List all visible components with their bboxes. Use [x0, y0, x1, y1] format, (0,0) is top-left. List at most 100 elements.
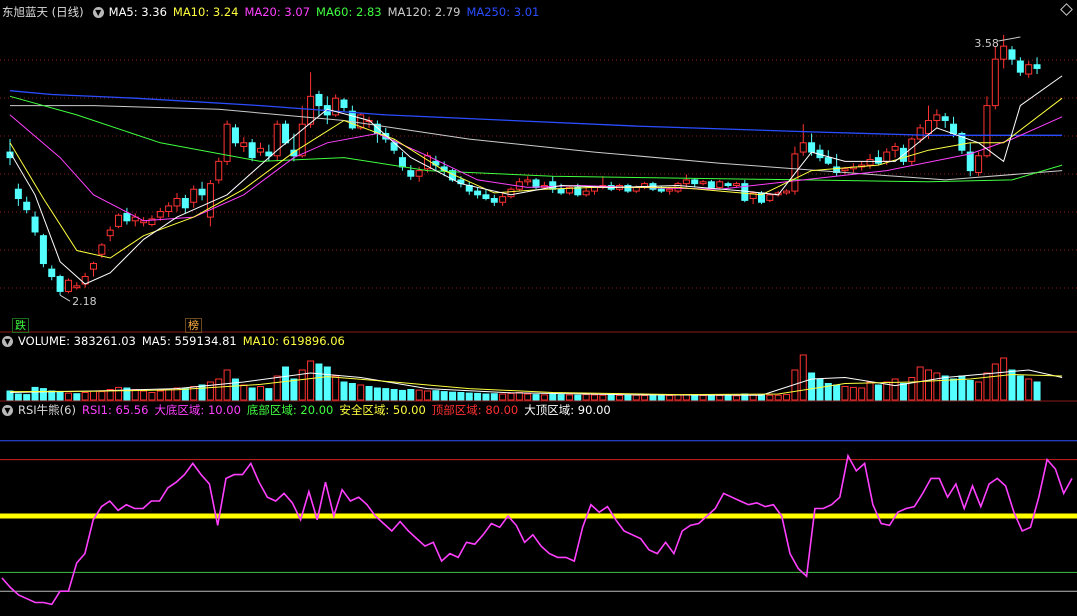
chevron-down-icon[interactable]: ▼ [2, 335, 13, 347]
candle-body [39, 235, 47, 265]
volume-bar [666, 395, 674, 401]
volume-bar [73, 393, 81, 401]
chevron-down-icon[interactable]: ▼ [2, 404, 13, 416]
volume-bar [407, 389, 415, 401]
volume-bar [866, 381, 874, 401]
volume-bar [348, 383, 356, 401]
candle-body [499, 196, 507, 203]
volume-bar [115, 386, 123, 401]
volume-bar [165, 389, 173, 401]
volume-bar [899, 383, 907, 401]
rsi-bottom-label: 底部区域: 20.00 [246, 403, 334, 417]
candle-body [524, 179, 532, 183]
candle-body [31, 216, 39, 233]
volume-bar [81, 392, 89, 401]
volume-bar [482, 393, 490, 401]
ma120-label: MA120: 2.79 [387, 5, 461, 19]
candle-body [808, 142, 816, 153]
volume-bar [215, 378, 223, 401]
volume-bar [874, 384, 882, 401]
ma250-line [9, 90, 1063, 136]
volume-bar [449, 391, 457, 401]
volume-bar [724, 395, 732, 401]
volume-bar [357, 384, 365, 401]
candle-body [1008, 49, 1016, 60]
candle-body [549, 181, 557, 190]
volume-bar [808, 372, 816, 401]
rsi-top-label: 顶部区域: 80.00 [431, 403, 519, 417]
volume-bar [716, 395, 724, 401]
candle-body [866, 158, 874, 166]
volume-bar [674, 394, 682, 401]
candle-body [90, 263, 97, 270]
candle-body [307, 95, 315, 125]
candle-body [123, 212, 131, 222]
volume-bar [14, 393, 22, 401]
candle-body [407, 170, 415, 177]
candle-body [657, 188, 665, 192]
candle-body [390, 142, 398, 151]
candle-body [1000, 45, 1008, 60]
low-pointer [59, 294, 71, 302]
volume-bar [632, 394, 640, 401]
ma250-label: MA250: 3.01 [466, 5, 540, 19]
candle-body [173, 198, 181, 207]
volume-bar [398, 389, 406, 401]
candle-body [941, 116, 949, 121]
rsi1-label: RSI1: 65.56 [81, 403, 149, 417]
volume-bar [382, 388, 390, 401]
rsi1-line [1, 453, 1073, 606]
volume-bar [90, 390, 97, 401]
candle-body [991, 58, 999, 107]
volume-bar [774, 394, 782, 401]
volume-bar [908, 377, 916, 401]
volume-bar [549, 393, 557, 401]
chart-canvas: 3.58 2.18 [0, 35, 1077, 606]
candle-body [340, 99, 348, 108]
volume-bar [766, 394, 774, 401]
chevron-down-icon[interactable]: ▼ [92, 6, 104, 18]
volume-bar [457, 392, 465, 401]
volume-bar [691, 394, 699, 401]
candle-body [891, 145, 899, 151]
volume-bar [474, 392, 482, 401]
candle-body [98, 244, 106, 255]
candle-body [198, 188, 206, 196]
volume-bar [582, 394, 590, 401]
candle-body [490, 198, 498, 203]
candle-body [707, 181, 715, 188]
candle-body [206, 183, 214, 218]
candle-body [724, 183, 732, 187]
candle-body [699, 181, 707, 185]
candle-body [282, 123, 290, 144]
candle-body [398, 157, 406, 168]
ma5-label: MA5: 3.36 [108, 5, 167, 19]
volume-bar [707, 395, 715, 401]
volume-bar [365, 386, 373, 401]
volume-bar [1000, 357, 1008, 401]
candle-body [48, 268, 56, 278]
candle-body [23, 201, 31, 211]
candle-body [315, 93, 323, 107]
volume-bar [699, 395, 707, 401]
candle-body [215, 160, 223, 181]
candle-body [181, 198, 189, 209]
volume-bar [925, 369, 932, 401]
volume-bar [783, 394, 791, 401]
volume-bar [390, 389, 398, 401]
volume-bar [307, 360, 315, 401]
candle-body [474, 190, 482, 196]
volume-bar [916, 366, 924, 401]
candle-body [14, 188, 22, 200]
volume-bar [240, 384, 248, 401]
ma120-line [10, 105, 1063, 181]
candle-body [115, 214, 123, 227]
volume-bar [941, 375, 949, 401]
volume-bar [966, 380, 974, 401]
volume-bar [140, 390, 148, 401]
rsi-safe-label: 安全区域: 50.00 [339, 403, 426, 417]
volume-bar [56, 392, 64, 401]
candle-body [975, 155, 983, 174]
tag-down-mark: 跌 [12, 318, 29, 333]
volume-bar [816, 378, 824, 401]
